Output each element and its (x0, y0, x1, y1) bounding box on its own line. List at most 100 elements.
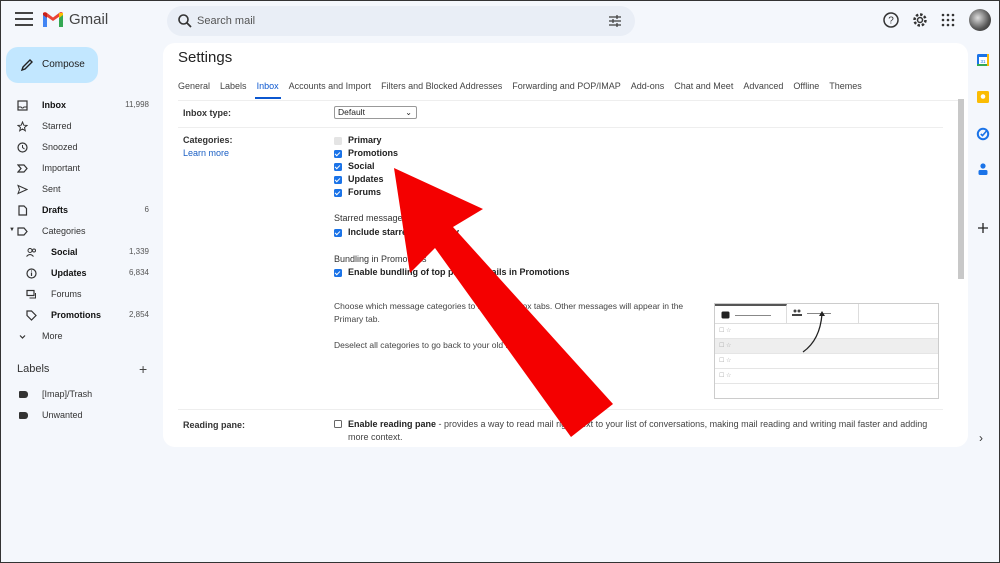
sidebar-item-more[interactable]: More (1, 326, 159, 347)
reading-pane-label: Reading pane: (183, 420, 246, 430)
updates-checkbox[interactable] (334, 176, 342, 184)
main-menu-icon[interactable] (15, 12, 33, 26)
pencil-icon (20, 59, 33, 72)
forum-icon (26, 289, 36, 299)
label-item-imap-trash[interactable]: [Imap]/Trash (1, 384, 159, 404)
tab-inbox[interactable]: Inbox (254, 80, 281, 100)
expand-side-panel-button[interactable]: › (979, 431, 983, 445)
sidebar-item-sent[interactable]: Sent (1, 179, 159, 200)
top-bar: Gmail ? (1, 1, 1000, 41)
sidebar-item-categories[interactable]: ▼ Categories (1, 221, 159, 242)
divider (178, 100, 958, 101)
important-icon (17, 164, 28, 173)
chevron-down-icon: ⌄ (405, 108, 412, 117)
clock-icon (17, 142, 28, 153)
keep-icon[interactable] (976, 90, 990, 104)
preview-tab-primary (715, 304, 787, 324)
primary-label: Primary (348, 135, 382, 145)
categories-description: Choose which message categories to show … (334, 301, 684, 324)
tab-accounts-and-import[interactable]: Accounts and Import (289, 80, 372, 100)
bundling-label: Enable bundling of top promo emails in P… (348, 267, 570, 277)
help-icon[interactable]: ? (882, 11, 900, 29)
bundling-heading: Bundling in Promotions (334, 254, 427, 264)
tab-chat-and-meet[interactable]: Chat and Meet (674, 80, 733, 100)
avatar[interactable] (969, 9, 991, 31)
tab-offline[interactable]: Offline (793, 80, 819, 100)
star-icon (17, 121, 28, 132)
add-icon[interactable] (976, 221, 990, 235)
sidebar-item-forums[interactable]: Forums (1, 284, 159, 305)
inbox-icon (721, 311, 730, 319)
promotions-label: Promotions (348, 148, 399, 158)
sidebar-item-inbox[interactable]: Inbox 11,998 (1, 95, 159, 116)
sidebar-item-snoozed[interactable]: Snoozed (1, 137, 159, 158)
social-checkbox[interactable] (334, 163, 342, 171)
sidebar-nav: Inbox 11,998 Starred Snoozed Important Se… (1, 95, 159, 347)
apps-icon[interactable] (939, 11, 957, 29)
people-icon (26, 248, 36, 257)
caret-down-icon[interactable]: ▼ (9, 227, 15, 233)
svg-text:?: ? (888, 16, 894, 27)
search-input[interactable] (197, 11, 577, 31)
primary-checkbox (334, 137, 342, 145)
search-options-icon[interactable] (607, 13, 623, 29)
page-title: Settings (178, 49, 233, 66)
tab-forwarding[interactable]: Forwarding and POP/IMAP (512, 80, 621, 100)
inbox-icon (17, 100, 28, 111)
tab-themes[interactable]: Themes (829, 80, 862, 100)
reading-pane-checkbox[interactable] (334, 420, 342, 428)
inbox-type-label: Inbox type: (183, 108, 232, 118)
label-tag-icon (19, 391, 28, 398)
contacts-icon[interactable] (976, 162, 990, 176)
add-label-button[interactable]: + (139, 361, 147, 377)
divider (178, 409, 943, 410)
forums-label: Forums (348, 187, 382, 197)
label-item-unwanted[interactable]: Unwanted (1, 405, 159, 425)
sidebar-item-starred[interactable]: Starred (1, 116, 159, 137)
sidebar-item-promotions[interactable]: Promotions 2,854 (1, 305, 159, 326)
bundling-checkbox[interactable] (334, 269, 342, 277)
gmail-logo-icon (43, 12, 63, 27)
tab-general[interactable]: General (178, 80, 210, 100)
compose-label: Compose (42, 59, 85, 70)
tab-filters[interactable]: Filters and Blocked Addresses (381, 80, 502, 100)
sidebar-item-updates[interactable]: Updates 6,834 (1, 263, 159, 284)
promotions-checkbox[interactable] (334, 150, 342, 158)
search-icon[interactable] (177, 13, 193, 29)
tab-add-ons[interactable]: Add-ons (631, 80, 665, 100)
gmail-brand: Gmail (69, 11, 109, 28)
calendar-icon[interactable]: 31 (976, 53, 990, 67)
starred-heading: Starred messages (334, 213, 408, 223)
divider (178, 127, 943, 128)
chevron-down-icon (19, 335, 26, 339)
sidebar-item-important[interactable]: Important (1, 158, 159, 179)
tab-advanced[interactable]: Advanced (743, 80, 783, 100)
compose-button[interactable]: Compose (6, 47, 98, 83)
search-bar (167, 6, 635, 36)
tag-icon (26, 310, 37, 321)
draft-icon (18, 205, 28, 216)
inbox-tabs-preview: ☐ ☆ ☐ ☆ ☐ ☆ ☐ ☆ (714, 303, 939, 399)
tab-labels[interactable]: Labels (220, 80, 247, 100)
include-starred-checkbox[interactable] (334, 229, 342, 237)
tasks-icon[interactable] (976, 127, 990, 141)
settings-icon[interactable] (911, 11, 929, 29)
deselect-description: Deselect all categories to go back to yo… (334, 340, 529, 350)
inbox-type-select[interactable]: Default ⌄ (334, 106, 417, 119)
label-tag-icon (19, 412, 28, 419)
forums-checkbox[interactable] (334, 189, 342, 197)
sidebar-item-social[interactable]: Social 1,339 (1, 242, 159, 263)
settings-panel: Settings General Labels Inbox Accounts a… (163, 43, 968, 447)
svg-text:31: 31 (980, 59, 986, 64)
learn-more-link[interactable]: Learn more (183, 148, 229, 158)
sidebar-item-drafts[interactable]: Drafts 6 (1, 200, 159, 221)
label-icon (17, 227, 28, 236)
scrollbar[interactable] (958, 99, 964, 279)
info-icon (26, 268, 37, 279)
include-starred-label: Include starred in Primary (348, 227, 460, 237)
updates-label: Updates (348, 174, 384, 184)
reading-pane-description: Enable reading pane - provides a way to … (348, 419, 928, 442)
send-icon (17, 184, 28, 195)
settings-tabs: General Labels Inbox Accounts and Import… (178, 80, 872, 100)
drag-arrow-icon (802, 311, 825, 353)
